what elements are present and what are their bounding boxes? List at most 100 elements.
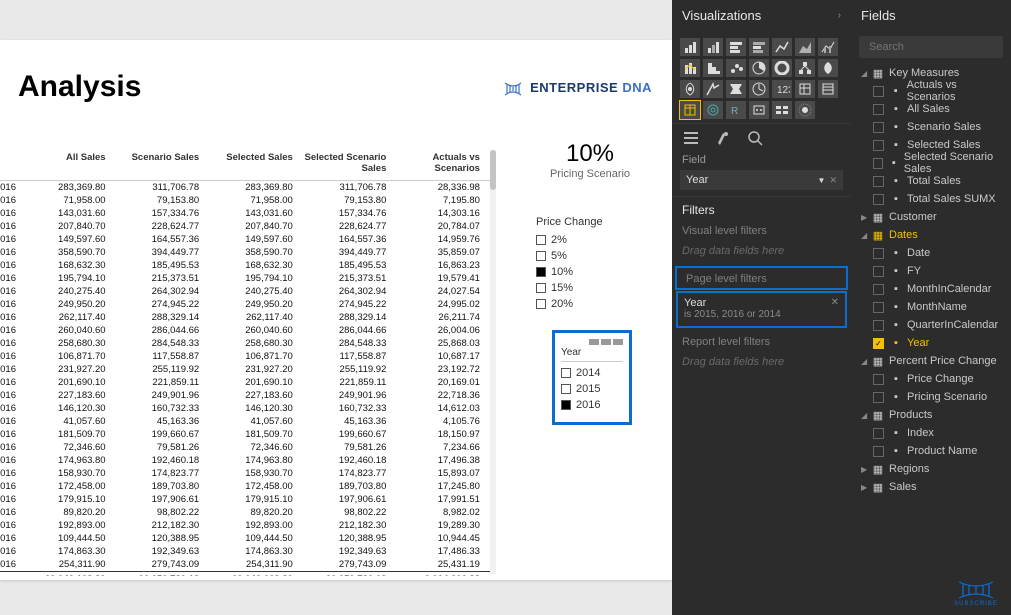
table-row[interactable]: 016358,590.70394,449.77358,590.70394,449… bbox=[0, 246, 490, 259]
table-row[interactable]: 016249,950.20274,945.22249,950.20274,945… bbox=[0, 298, 490, 311]
table-row[interactable]: 016181,509.70199,660.67181,509.70199,660… bbox=[0, 428, 490, 441]
viz-type-icon[interactable] bbox=[680, 59, 700, 77]
viz-type-icon[interactable] bbox=[795, 80, 815, 98]
page-filter-year[interactable]: Year is 2015, 2016 or 2014 ✕ bbox=[678, 293, 845, 326]
field-item[interactable]: ▪Total Sales SUMX bbox=[855, 190, 1007, 208]
viz-type-icon[interactable] bbox=[818, 38, 838, 56]
price-option[interactable]: 20% bbox=[536, 296, 646, 312]
field-item[interactable]: ✓▪Year bbox=[855, 334, 1007, 352]
table-row[interactable]: 016174,863.30192,349.63174,863.30192,349… bbox=[0, 545, 490, 558]
data-table[interactable]: All SalesScenario SalesSelected SalesSel… bbox=[0, 148, 490, 576]
viz-type-icon[interactable] bbox=[795, 101, 815, 119]
viz-type-icon[interactable] bbox=[703, 59, 723, 77]
field-item[interactable]: ▪Price Change bbox=[855, 370, 1007, 388]
price-option[interactable]: 10% bbox=[536, 264, 646, 280]
year-option[interactable]: 2016 bbox=[561, 397, 623, 413]
table-row[interactable]: 016146,120.30160,732.33146,120.30160,732… bbox=[0, 402, 490, 415]
visualizations-title[interactable]: Visualizations› bbox=[672, 0, 851, 32]
field-table[interactable]: ▶▦Customer bbox=[855, 208, 1007, 226]
clear-filter-icon[interactable]: ✕ bbox=[831, 297, 839, 308]
table-row[interactable]: 016174,963.80192,460.18174,963.80192,460… bbox=[0, 454, 490, 467]
table-row[interactable]: 016149,597.60164,557.36149,597.60164,557… bbox=[0, 233, 490, 246]
viz-type-icon[interactable] bbox=[818, 80, 838, 98]
field-item[interactable]: ▪Actuals vs Scenarios bbox=[855, 82, 1007, 100]
viz-type-icon[interactable] bbox=[703, 101, 723, 119]
year-option[interactable]: 2015 bbox=[561, 381, 623, 397]
report-filter-dropzone[interactable]: Drag data fields here bbox=[672, 352, 851, 376]
table-row[interactable]: 016109,444.50120,388.95109,444.50120,388… bbox=[0, 532, 490, 545]
field-item[interactable]: ▪Scenario Sales bbox=[855, 118, 1007, 136]
price-change-slicer[interactable]: Price Change 2%5%10%15%20% bbox=[536, 216, 646, 312]
table-row[interactable]: 016195,794.10215,373.51195,794.10215,373… bbox=[0, 272, 490, 285]
table-row[interactable]: 01689,820.2098,802.2289,820.2098,802.228… bbox=[0, 506, 490, 519]
viz-type-icon[interactable] bbox=[680, 101, 700, 119]
table-row[interactable]: 016172,458.00189,703.80172,458.00189,703… bbox=[0, 480, 490, 493]
viz-type-icon[interactable] bbox=[749, 80, 769, 98]
fields-search[interactable] bbox=[859, 36, 1003, 58]
fields-tab-icon[interactable] bbox=[682, 130, 700, 146]
viz-type-icon[interactable] bbox=[680, 80, 700, 98]
table-row[interactable]: 016168,632.30185,495.53168,632.30185,495… bbox=[0, 259, 490, 272]
viz-type-icon[interactable] bbox=[726, 80, 746, 98]
viz-type-icon[interactable] bbox=[726, 59, 746, 77]
table-row[interactable]: 016227,183.60249,901.96227,183.60249,901… bbox=[0, 389, 490, 402]
pricing-scenario-card[interactable]: 10% Pricing Scenario bbox=[530, 140, 650, 180]
field-table[interactable]: ◢▦Percent Price Change bbox=[855, 352, 1007, 370]
price-option[interactable]: 15% bbox=[536, 280, 646, 296]
table-row[interactable]: 016262,117.40288,329.14262,117.40288,329… bbox=[0, 311, 490, 324]
format-tab-icon[interactable] bbox=[714, 130, 732, 146]
field-item[interactable]: ▪Product Name bbox=[855, 442, 1007, 460]
viz-gallery[interactable]: 123 R bbox=[672, 32, 851, 123]
table-row[interactable]: 016231,927.20255,119.92231,927.20255,119… bbox=[0, 363, 490, 376]
table-row[interactable]: 016207,840.70228,624.77207,840.70228,624… bbox=[0, 220, 490, 233]
format-tabs[interactable] bbox=[672, 123, 851, 150]
search-input[interactable] bbox=[869, 41, 1011, 53]
year-slicer[interactable]: Year 201420152016 bbox=[552, 330, 632, 425]
table-row[interactable]: 01671,958.0079,153.8071,958.0079,153.807… bbox=[0, 194, 490, 207]
viz-type-icon[interactable] bbox=[772, 38, 792, 56]
field-item[interactable]: ▪MonthInCalendar bbox=[855, 280, 1007, 298]
field-table[interactable]: ◢▦Dates bbox=[855, 226, 1007, 244]
field-item[interactable]: ▪MonthName bbox=[855, 298, 1007, 316]
viz-type-icon[interactable] bbox=[795, 59, 815, 77]
field-item[interactable]: ▪QuarterInCalendar bbox=[855, 316, 1007, 334]
viz-type-icon[interactable] bbox=[726, 38, 746, 56]
table-scrollbar[interactable] bbox=[490, 150, 496, 574]
viz-type-icon[interactable] bbox=[749, 59, 769, 77]
table-row[interactable]: 016260,040.60286,044.66260,040.60286,044… bbox=[0, 324, 490, 337]
viz-type-icon[interactable] bbox=[749, 38, 769, 56]
field-table[interactable]: ▶▦Sales bbox=[855, 478, 1007, 496]
viz-type-icon[interactable]: R bbox=[726, 101, 746, 119]
viz-type-icon[interactable] bbox=[703, 80, 723, 98]
table-row[interactable]: 016283,369.80311,706.78283,369.80311,706… bbox=[0, 181, 490, 194]
table-row[interactable]: 016240,275.40264,302.94240,275.40264,302… bbox=[0, 285, 490, 298]
table-row[interactable]: 01672,346.6079,581.2672,346.6079,581.267… bbox=[0, 441, 490, 454]
field-table[interactable]: ◢▦Products bbox=[855, 406, 1007, 424]
field-item[interactable]: ▪Date bbox=[855, 244, 1007, 262]
field-item[interactable]: ▪Index bbox=[855, 424, 1007, 442]
table-row[interactable]: 016143,031.60157,334.76143,031.60157,334… bbox=[0, 207, 490, 220]
viz-type-icon[interactable] bbox=[703, 38, 723, 56]
table-row[interactable]: 016158,930.70174,823.77158,930.70174,823… bbox=[0, 467, 490, 480]
analytics-tab-icon[interactable] bbox=[746, 130, 764, 146]
visual-filter-dropzone[interactable]: Drag data fields here bbox=[672, 241, 851, 265]
viz-type-icon[interactable]: 123 bbox=[772, 80, 792, 98]
fields-title[interactable]: Fields bbox=[851, 0, 1011, 32]
price-option[interactable]: 2% bbox=[536, 232, 646, 248]
table-row[interactable]: 016254,311.90279,743.09254,311.90279,743… bbox=[0, 558, 490, 571]
table-row[interactable]: 016192,893.00212,182.30192,893.00212,182… bbox=[0, 519, 490, 532]
table-row[interactable]: 016179,915.10197,906.61179,915.10197,906… bbox=[0, 493, 490, 506]
viz-type-icon[interactable] bbox=[772, 59, 792, 77]
field-item[interactable]: ▪Pricing Scenario bbox=[855, 388, 1007, 406]
year-option[interactable]: 2014 bbox=[561, 365, 623, 381]
viz-type-icon[interactable] bbox=[795, 38, 815, 56]
field-item[interactable]: ▪FY bbox=[855, 262, 1007, 280]
remove-field-icon[interactable]: ✕ bbox=[829, 175, 837, 185]
viz-type-icon[interactable] bbox=[680, 38, 700, 56]
viz-type-icon[interactable] bbox=[818, 59, 838, 77]
table-row[interactable]: 01641,057.6045,163.3641,057.6045,163.364… bbox=[0, 415, 490, 428]
viz-type-icon[interactable] bbox=[772, 101, 792, 119]
field-table[interactable]: ▶▦Regions bbox=[855, 460, 1007, 478]
fields-tree[interactable]: ◢▦Key Measures▪Actuals vs Scenarios▪All … bbox=[851, 64, 1011, 506]
table-row[interactable]: 016201,690.10221,859.11201,690.10221,859… bbox=[0, 376, 490, 389]
